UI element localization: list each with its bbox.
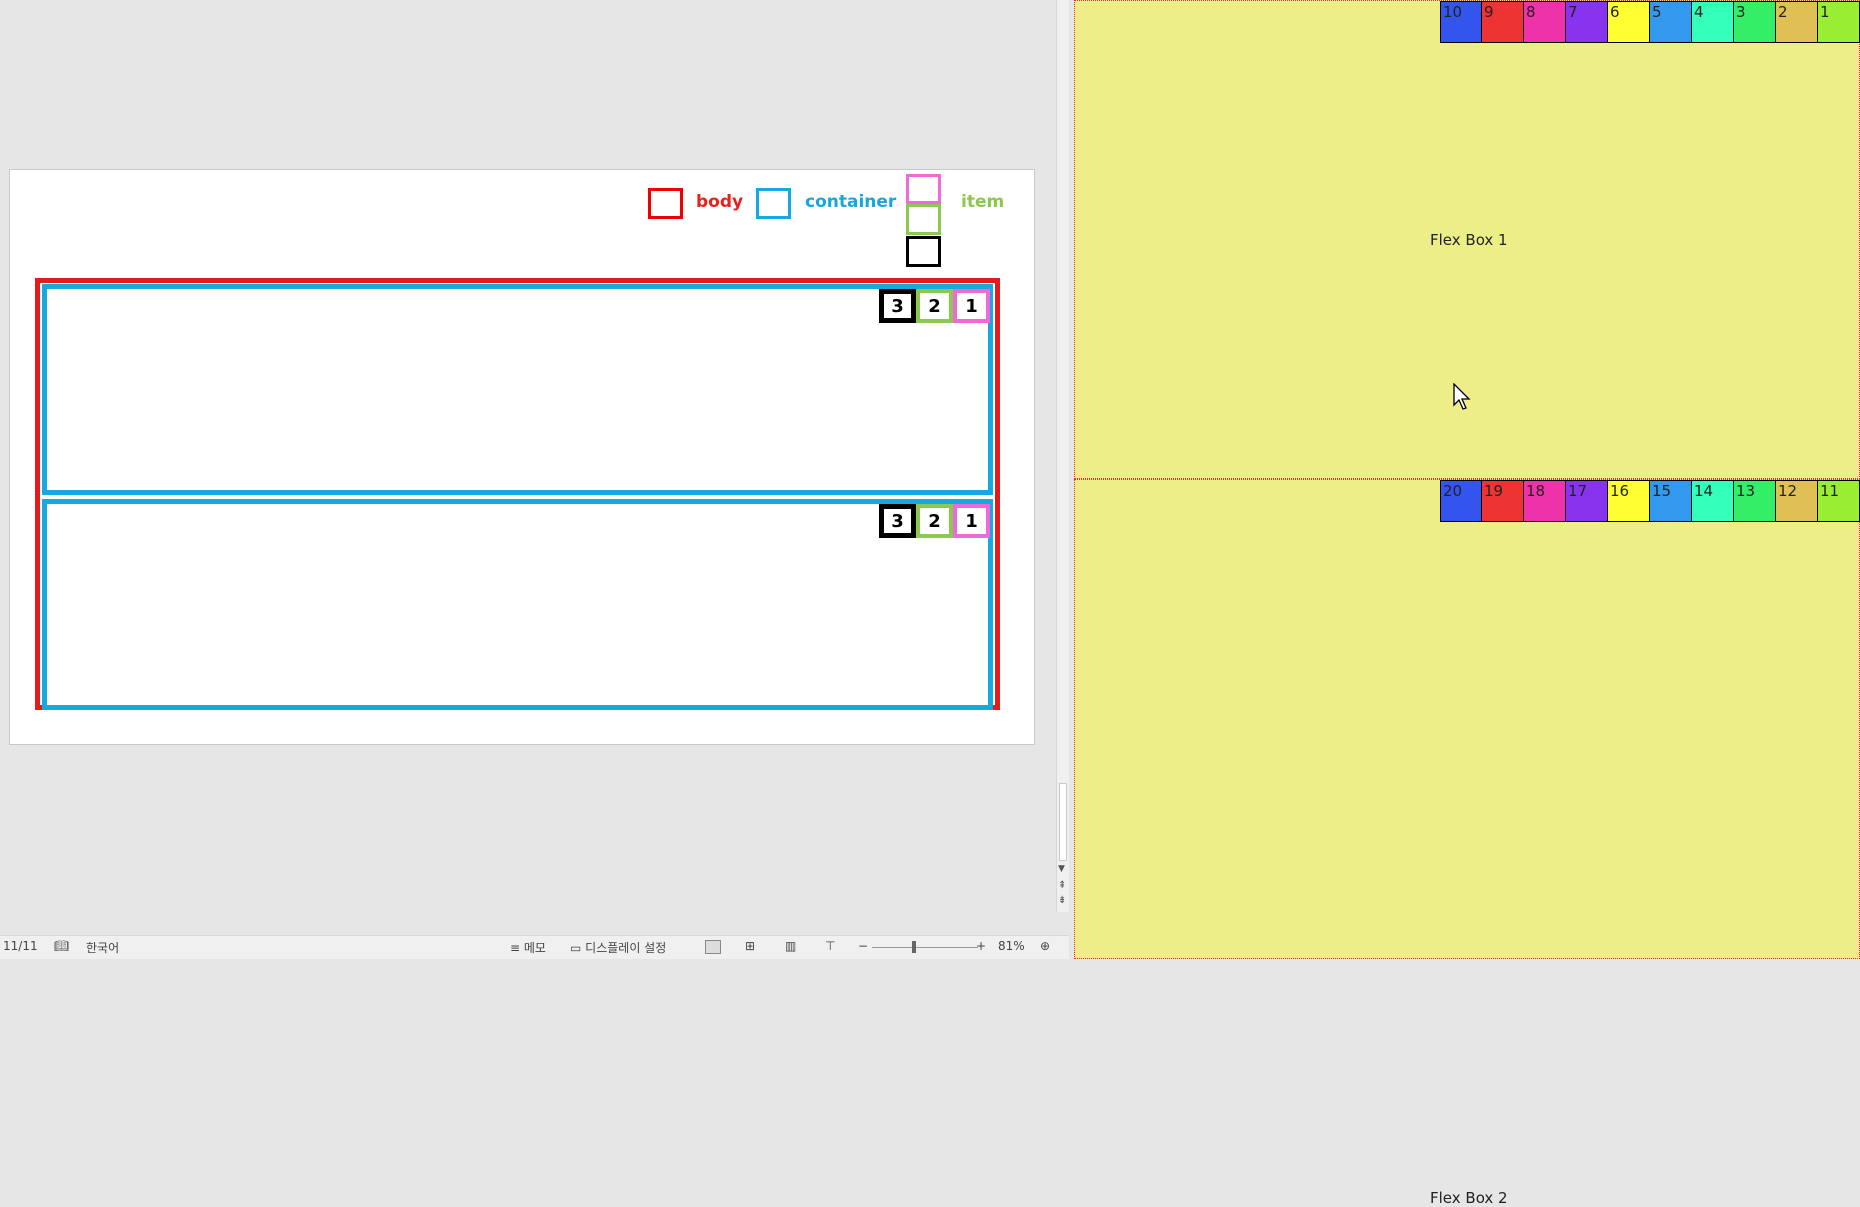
zoom-level[interactable]: 81% [998, 939, 1025, 953]
diagram-item-2: 2 [916, 504, 953, 538]
flex-item: 19 [1482, 480, 1524, 522]
notes-button[interactable]: ≡ 메모 [510, 939, 546, 956]
flex-item: 1 [1818, 1, 1860, 43]
legend-item-green-swatch [906, 204, 941, 235]
flex-item: 8 [1524, 1, 1566, 43]
flex-item: 13 [1734, 480, 1776, 522]
flex-item: 2 [1776, 1, 1818, 43]
slideshow-icon[interactable]: ⊤ [825, 939, 835, 953]
fit-to-window-icon[interactable]: ⊕ [1040, 939, 1050, 953]
flex-item: 10 [1440, 1, 1482, 43]
notes-label: 메모 [523, 941, 546, 955]
diagram-container-1: 3 2 1 [42, 284, 993, 495]
flex-box-label: Flex Box 2 [1430, 1189, 1508, 1207]
previous-slide-icon[interactable]: ⇞ [1058, 880, 1066, 891]
accessibility-book-icon[interactable]: 📖︎ [54, 939, 69, 953]
flex-item: 3 [1734, 1, 1776, 43]
presentation-editor: body container item 3 2 1 3 2 1 ▼ ⇞ ⇟ 11… [0, 0, 1069, 959]
reading-view-icon[interactable]: ▥ [785, 939, 796, 953]
diagram-item-1: 1 [953, 504, 990, 538]
flex-box-label: Flex Box 1 [1430, 231, 1508, 249]
flex-item: 11 [1818, 480, 1860, 522]
flex-item: 17 [1566, 480, 1608, 522]
diagram-item-2: 2 [916, 289, 953, 323]
mouse-pointer-icon [1453, 383, 1471, 410]
flex-row: 20 19 18 17 16 15 14 13 12 11 [1440, 480, 1860, 522]
zoom-in-icon[interactable]: + [976, 939, 986, 953]
legend-item-label: item [961, 192, 1005, 212]
flex-item: 6 [1608, 1, 1650, 43]
flex-item: 12 [1776, 480, 1818, 522]
legend-body-label: body [696, 192, 744, 212]
legend-container-label: container [805, 192, 897, 212]
diagram-item-1: 1 [953, 289, 990, 323]
flex-item: 16 [1608, 480, 1650, 522]
legend-item-pink-swatch [906, 174, 941, 204]
language-indicator[interactable]: 한국어 [86, 939, 119, 956]
display-settings-button[interactable]: ▭ 디스플레이 설정 [570, 939, 666, 956]
flex-item: 7 [1566, 1, 1608, 43]
diagram-body-box: 3 2 1 3 2 1 [35, 278, 1000, 710]
zoom-slider-thumb[interactable] [912, 941, 916, 953]
display-settings-label: 디스플레이 설정 [585, 941, 667, 955]
flex-item: 4 [1692, 1, 1734, 43]
flex-item: 15 [1650, 480, 1692, 522]
diagram-container-2: 3 2 1 [42, 499, 993, 710]
zoom-out-icon[interactable]: − [858, 939, 868, 953]
flex-item: 18 [1524, 480, 1566, 522]
legend-item-black-swatch [906, 236, 941, 267]
flex-item: 20 [1440, 480, 1482, 522]
slide-sorter-icon[interactable]: ⊞ [745, 939, 755, 953]
slide-counter: 11/11 [3, 939, 38, 953]
next-slide-icon[interactable]: ⇟ [1058, 895, 1066, 906]
normal-view-icon[interactable] [705, 940, 721, 954]
diagram-item-3: 3 [879, 289, 916, 323]
flex-row: 10 9 8 7 6 5 4 3 2 1 [1440, 1, 1860, 43]
zoom-slider[interactable] [872, 947, 978, 948]
notes-icon: ≡ [510, 941, 521, 955]
diagram-item-3: 3 [879, 504, 916, 538]
legend-container-swatch [756, 188, 791, 219]
slide-canvas[interactable]: body container item 3 2 1 3 2 1 [9, 169, 1035, 745]
monitor-icon: ▭ [570, 941, 582, 955]
vertical-scrollbar[interactable]: ▼ ⇞ ⇟ [1056, 0, 1069, 912]
flex-item: 14 [1692, 480, 1734, 522]
status-bar: 11/11 📖︎ 한국어 ≡ 메모 ▭ 디스플레이 설정 ⊞ ▥ ⊤ − + 8… [0, 935, 1069, 959]
browser-page: 10 9 8 7 6 5 4 3 2 1 Flex Box 1 20 19 18 17 16 15 14 13 1… [1074, 0, 1860, 1207]
flex-item: 5 [1650, 1, 1692, 43]
flex-item: 9 [1482, 1, 1524, 43]
legend-body-swatch [648, 188, 683, 219]
scroll-thumb[interactable] [1059, 783, 1067, 861]
flex-box-2: 20 19 18 17 16 15 14 13 12 11 Flex Box 2 [1074, 479, 1860, 1207]
scroll-down-icon[interactable]: ▼ [1058, 864, 1065, 874]
